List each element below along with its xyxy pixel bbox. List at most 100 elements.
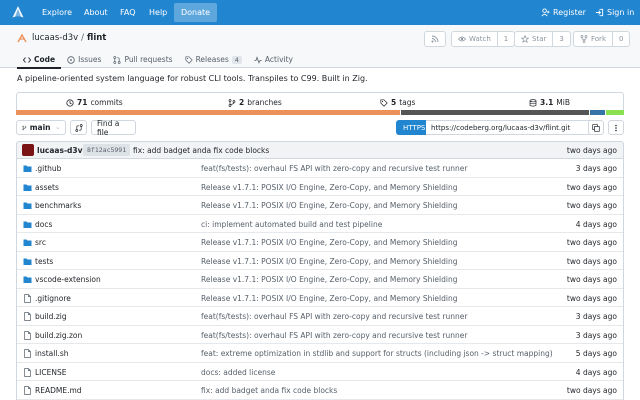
file-row[interactable]: src Release v1.7.1: POSIX I/O Engine, Zer… bbox=[17, 233, 623, 252]
watch-count[interactable]: 1 bbox=[496, 32, 514, 46]
file-row[interactable]: build.zig feat(fs/tests): overhaul FS API… bbox=[17, 307, 623, 326]
clone-url-input[interactable]: https://codeberg.org/lucaas-d3v/flint.gi… bbox=[426, 120, 601, 135]
file-name-link[interactable]: tests bbox=[35, 257, 53, 266]
file-row[interactable]: vscode-extension Release v1.7.1: POSIX I/… bbox=[17, 270, 623, 289]
file-commit-message-link[interactable]: ci: implement automated build and test p… bbox=[201, 220, 382, 229]
file-row[interactable]: .github feat(fs/tests): overhaul FS API w… bbox=[17, 159, 623, 178]
file-row[interactable]: README.md fix: add badget anda fix code b… bbox=[17, 381, 623, 400]
user-plus-icon bbox=[541, 8, 550, 17]
file-commit-message-link[interactable]: Release v1.7.1: POSIX I/O Engine, Zero-C… bbox=[201, 183, 457, 192]
tab-activity-label: Activity bbox=[264, 55, 293, 64]
commit-message-link[interactable]: fix: add badget anda fix code blocks bbox=[133, 146, 269, 155]
register-link[interactable]: Register bbox=[541, 0, 586, 25]
signin-link[interactable]: Sign in bbox=[595, 0, 634, 25]
star-count[interactable]: 3 bbox=[552, 32, 569, 46]
register-label: Register bbox=[553, 8, 586, 17]
file-name-link[interactable]: docs bbox=[35, 220, 52, 229]
nav-faq[interactable]: FAQ bbox=[120, 0, 136, 25]
releases-count-badge: 4 bbox=[231, 55, 242, 64]
file-commit-message-link[interactable]: Release v1.7.1: POSIX I/O Engine, Zero-C… bbox=[201, 294, 457, 303]
compare-icon bbox=[74, 123, 83, 132]
language-segment[interactable] bbox=[605, 110, 624, 115]
compare-button[interactable] bbox=[70, 120, 87, 135]
file-row[interactable]: build.zig.zon feat(fs/tests): overhaul FS… bbox=[17, 326, 623, 344]
watch-button[interactable]: Watch 1 bbox=[451, 31, 516, 47]
commits-count: 71 bbox=[77, 98, 88, 107]
folder-icon bbox=[23, 184, 32, 191]
file-commit-time: 3 days ago bbox=[575, 330, 617, 340]
file-name-link[interactable]: benchmarks bbox=[35, 201, 81, 210]
nav-about[interactable]: About bbox=[84, 0, 108, 25]
fork-count[interactable]: 0 bbox=[612, 32, 629, 46]
donate-button[interactable]: Donate bbox=[174, 3, 218, 22]
nav-help[interactable]: Help bbox=[149, 0, 167, 25]
file-commit-message-link[interactable]: feat(fs/tests): overhaul FS API with zer… bbox=[201, 312, 467, 321]
tab-releases[interactable]: Releases 4 bbox=[179, 51, 248, 68]
copy-url-button[interactable] bbox=[588, 120, 604, 135]
file-row[interactable]: tests Release v1.7.1: POSIX I/O Engine, Z… bbox=[17, 252, 623, 270]
tab-pull-requests[interactable]: Pull requests bbox=[107, 51, 178, 68]
file-commit-message-link[interactable]: Release v1.7.1: POSIX I/O Engine, Zero-C… bbox=[201, 238, 457, 247]
file-commit-time: two days ago bbox=[566, 201, 617, 210]
branch-selector[interactable]: main bbox=[16, 120, 66, 135]
avatar[interactable] bbox=[22, 144, 34, 156]
file-name-link[interactable]: .github bbox=[35, 164, 61, 173]
repo-header: lucaas-d3v / flint Watch 1 Star 3 Fork 0… bbox=[0, 25, 640, 69]
language-segment[interactable] bbox=[589, 110, 605, 115]
file-row[interactable]: benchmarks Release v1.7.1: POSIX I/O Engi… bbox=[17, 196, 623, 215]
file-name-link[interactable]: install.sh bbox=[35, 349, 69, 358]
file-commit-message-link[interactable]: Release v1.7.1: POSIX I/O Engine, Zero-C… bbox=[201, 201, 457, 210]
file-name-link[interactable]: build.zig bbox=[35, 312, 67, 321]
file-commit-time: two days ago bbox=[566, 256, 617, 266]
file-commit-message-link[interactable]: Release v1.7.1: POSIX I/O Engine, Zero-C… bbox=[201, 275, 457, 284]
more-actions-button[interactable] bbox=[608, 120, 624, 135]
file-row[interactable]: install.sh feat: extreme optimization in … bbox=[17, 344, 623, 363]
file-commit-time: 4 days ago bbox=[575, 219, 617, 229]
file-row[interactable]: LICENSE docs: added license 4 days ago bbox=[17, 363, 623, 381]
branches-count: 2 bbox=[239, 98, 245, 107]
file-name-link[interactable]: assets bbox=[35, 183, 59, 192]
file-commit-message-link[interactable]: feat(fs/tests): overhaul FS API with zer… bbox=[201, 331, 467, 340]
file-commit-message-link[interactable]: docs: added license bbox=[201, 368, 275, 377]
file-name-link[interactable]: vscode-extension bbox=[35, 275, 101, 284]
file-name-link[interactable]: src bbox=[35, 238, 46, 247]
file-row[interactable]: .gitignore Release v1.7.1: POSIX I/O Engi… bbox=[17, 289, 623, 307]
branch-name: main bbox=[29, 123, 51, 132]
repo-name-link[interactable]: flint bbox=[87, 33, 106, 43]
kebab-menu-icon bbox=[615, 124, 617, 131]
rss-button[interactable] bbox=[424, 31, 446, 47]
tab-code[interactable]: Code bbox=[17, 51, 62, 69]
tab-issues[interactable]: Issues bbox=[61, 51, 107, 68]
tab-releases-label: Releases bbox=[195, 55, 229, 64]
file-commit-message-link[interactable]: Release v1.7.1: POSIX I/O Engine, Zero-C… bbox=[201, 257, 457, 266]
file-row[interactable]: docs ci: implement automated build and te… bbox=[17, 215, 623, 233]
codeberg-logo-icon[interactable] bbox=[11, 5, 25, 19]
language-segment[interactable] bbox=[16, 110, 401, 115]
nav-explore[interactable]: Explore bbox=[42, 0, 72, 25]
tags-label: tags bbox=[399, 98, 416, 107]
file-commit-message-link[interactable]: feat: extreme optimization in stdlib and… bbox=[201, 349, 553, 358]
file-commit-time: 3 days ago bbox=[575, 164, 617, 173]
size-value: 3.1 bbox=[540, 98, 554, 107]
fork-button[interactable]: Fork 0 bbox=[573, 31, 631, 47]
tab-activity[interactable]: Activity bbox=[248, 51, 299, 68]
file-commit-message-link[interactable]: feat(fs/tests): overhaul FS API with zer… bbox=[201, 164, 467, 173]
branches-label: branches bbox=[247, 98, 282, 107]
file-row[interactable]: assets Release v1.7.1: POSIX I/O Engine, … bbox=[17, 178, 623, 196]
file-name-link[interactable]: LICENSE bbox=[35, 368, 66, 377]
commit-sha-button[interactable]: 8f12ac5991 bbox=[83, 144, 131, 156]
file-name-link[interactable]: build.zig.zon bbox=[35, 331, 82, 340]
size-unit: MiB bbox=[556, 98, 570, 107]
file-commit-message-link[interactable]: fix: add badget anda fix code blocks bbox=[201, 386, 337, 395]
database-icon bbox=[529, 98, 537, 106]
language-segment[interactable] bbox=[401, 110, 589, 115]
file-icon bbox=[24, 312, 31, 321]
repo-owner-link[interactable]: lucaas-d3v bbox=[32, 33, 78, 43]
language-bar[interactable] bbox=[16, 110, 624, 115]
rss-icon bbox=[431, 35, 439, 43]
file-name-link[interactable]: .gitignore bbox=[35, 294, 71, 303]
find-file-button[interactable]: Find a file bbox=[91, 119, 136, 137]
commit-author-link[interactable]: lucaas-d3v bbox=[37, 146, 83, 155]
star-button[interactable]: Star 3 bbox=[514, 31, 571, 47]
file-name-link[interactable]: README.md bbox=[35, 386, 82, 395]
